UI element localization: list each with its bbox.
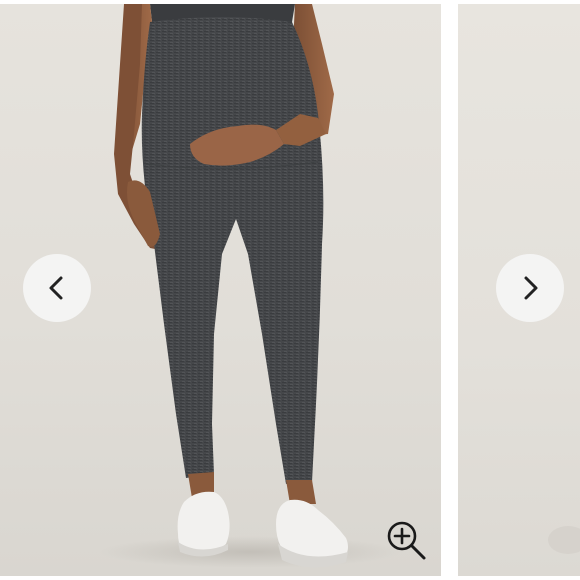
zoom-button[interactable]: Zoom image: [384, 518, 428, 562]
chevron-right-icon: [524, 276, 538, 300]
chevron-left-icon: [49, 276, 63, 300]
next-image-button[interactable]: Next image: [496, 254, 564, 322]
previous-image-button[interactable]: Previous image: [23, 254, 91, 322]
slide-divider: [441, 0, 458, 580]
zoom-in-icon: [387, 521, 426, 560]
image-carousel: Previous image Next image Zoom image: [0, 0, 580, 580]
